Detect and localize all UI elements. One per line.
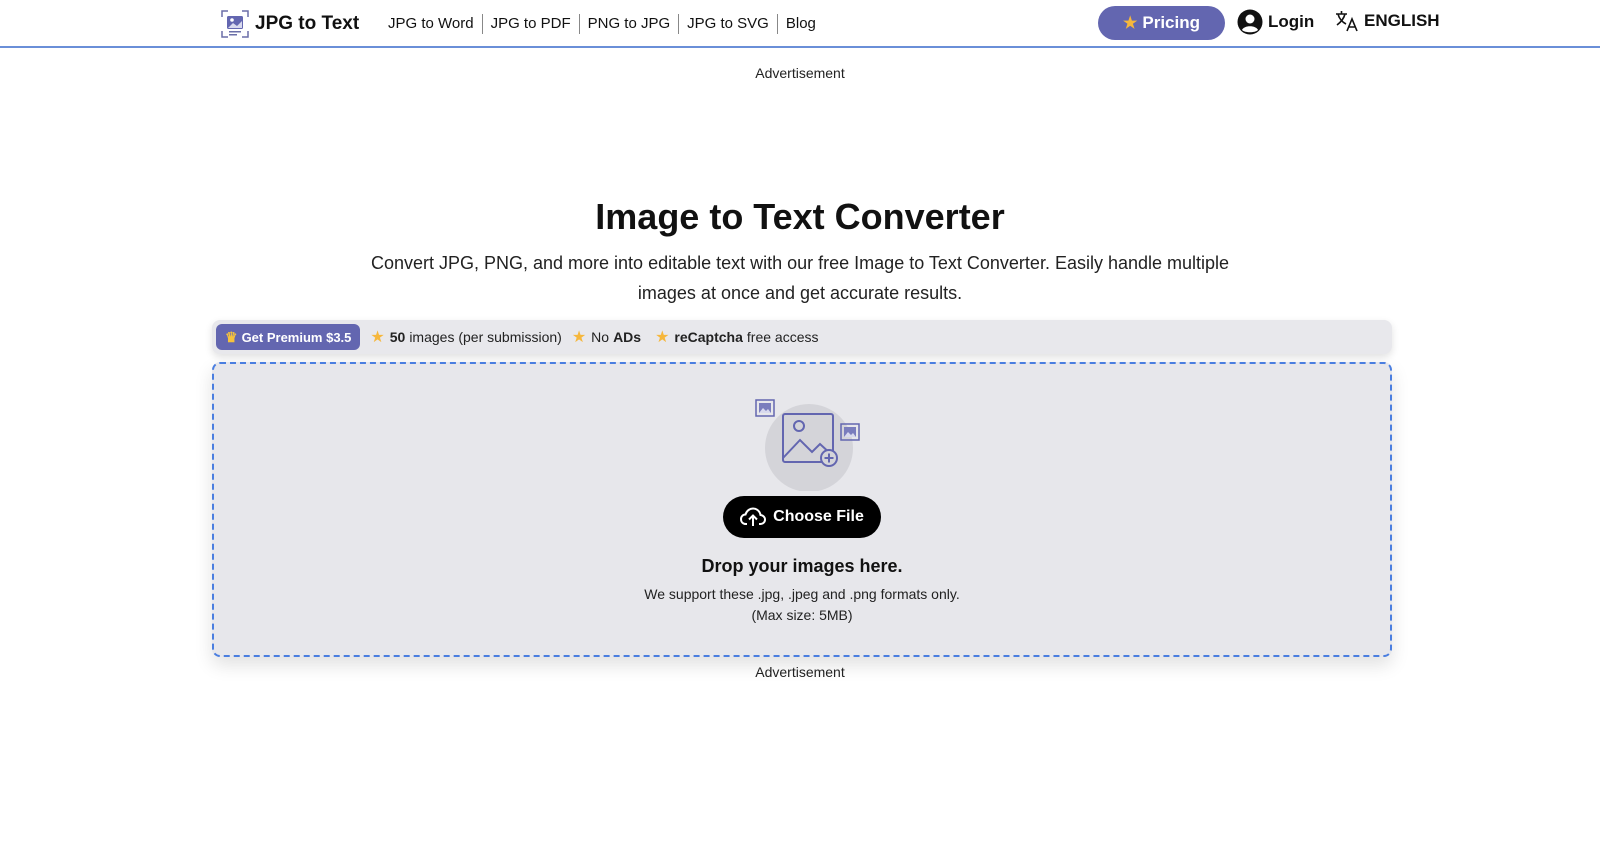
feature-image-text: images (per submission) xyxy=(409,329,562,345)
star-icon: ★ xyxy=(370,329,385,346)
advertisement-label-bottom: Advertisement xyxy=(755,664,845,680)
language-label: ENGLISH xyxy=(1364,11,1440,30)
file-dropzone[interactable]: Choose File Drop your images here. We su… xyxy=(212,362,1392,657)
login-button[interactable]: Login xyxy=(1237,9,1314,35)
nav-png-to-jpg[interactable]: PNG to JPG xyxy=(580,14,680,34)
get-premium-label: Get Premium $3.5 xyxy=(241,329,352,345)
feature-recaptcha-label: reCaptcha xyxy=(674,329,743,345)
feature-recaptcha-text: free access xyxy=(746,329,819,345)
feature-ads-label: ADs xyxy=(613,329,642,345)
drop-instructions: We support these .jpg, .jpeg and .png fo… xyxy=(214,584,1390,626)
feature-no-ads: ★ No ADs xyxy=(572,327,645,347)
get-premium-button[interactable]: ♛ Get Premium $3.5 xyxy=(216,324,361,350)
logo-icon xyxy=(221,10,249,38)
star-icon: ★ xyxy=(655,329,670,346)
star-icon: ★ xyxy=(1123,15,1138,32)
star-icon: ★ xyxy=(571,329,587,346)
pricing-label: Pricing xyxy=(1142,13,1200,32)
crown-icon: ♛ xyxy=(225,328,238,345)
feature-image-count: 50 xyxy=(389,329,406,345)
feature-no-prefix: No xyxy=(591,329,610,345)
pricing-button[interactable]: ★ Pricing xyxy=(1098,6,1225,40)
nav-jpg-to-svg[interactable]: JPG to SVG xyxy=(679,14,778,34)
feature-image-limit: ★ 50 images (per submission) xyxy=(370,327,561,347)
choose-file-label: Choose File xyxy=(773,508,864,525)
max-size-text: (Max size: 5MB) xyxy=(751,607,853,623)
brand-link[interactable]: JPG to Text xyxy=(220,8,359,40)
site-header: JPG to Text JPG to Word JPG to PDF PNG t… xyxy=(0,0,1600,48)
user-icon xyxy=(1237,9,1263,35)
page-title: Image to Text Converter xyxy=(595,196,1005,237)
choose-file-button[interactable]: Choose File xyxy=(723,496,881,538)
feature-recaptcha: ★ reCaptcha free access xyxy=(655,327,818,347)
premium-features-bar: ♛ Get Premium $3.5 ★ 50 images (per subm… xyxy=(212,320,1392,354)
supported-formats-text: We support these .jpg, .jpeg and .png fo… xyxy=(644,586,960,602)
image-upload-illustration xyxy=(755,399,860,491)
advertisement-label-top: Advertisement xyxy=(755,65,845,81)
brand-name: JPG to Text xyxy=(255,13,360,34)
cloud-upload-icon xyxy=(740,507,767,526)
login-label: Login xyxy=(1268,12,1315,31)
language-selector[interactable]: ENGLISH xyxy=(1335,10,1440,32)
drop-title: Drop your images here. xyxy=(701,556,903,576)
nav-blog[interactable]: Blog xyxy=(778,14,824,34)
nav-jpg-to-pdf[interactable]: JPG to PDF xyxy=(483,14,580,34)
translate-icon xyxy=(1336,11,1358,32)
nav-jpg-to-word[interactable]: JPG to Word xyxy=(380,14,483,34)
page-subtitle: Convert JPG, PNG, and more into editable… xyxy=(370,253,1230,303)
main-nav: JPG to Word JPG to PDF PNG to JPG JPG to… xyxy=(380,14,824,34)
